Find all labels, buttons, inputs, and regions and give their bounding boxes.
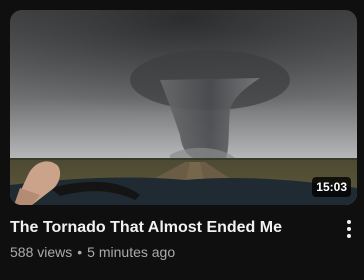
view-count: 588 views [10,244,73,260]
video-stats: 588 views • 5 minutes ago [10,243,330,261]
video-details: The Tornado That Almost Ended Me 588 vie… [10,217,330,261]
more-options-button[interactable] [338,216,360,242]
video-thumbnail[interactable]: 15:03 [10,10,357,205]
upload-age: 5 minutes ago [87,244,176,260]
thumbnail-image [10,10,357,205]
video-card: 15:03 The Tornado That Almost Ended Me 5… [0,0,364,280]
separator-dot: • [77,244,83,260]
more-vert-icon [347,220,351,238]
duration-badge: 15:03 [312,177,351,197]
video-title[interactable]: The Tornado That Almost Ended Me [10,217,330,239]
